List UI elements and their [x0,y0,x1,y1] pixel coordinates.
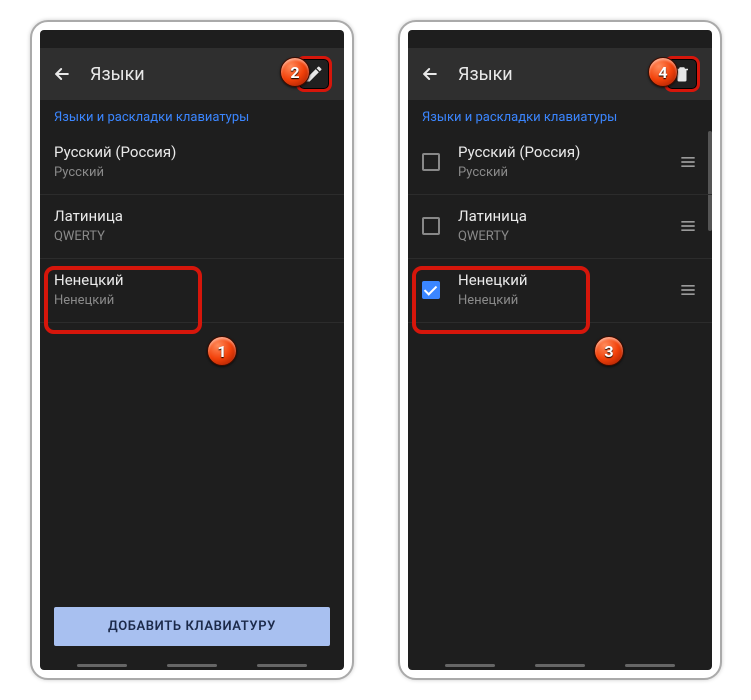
language-list-left: Русский (Россия) Русский Латиница QWERTY… [40,131,344,607]
nav-bar [40,660,344,670]
language-name: Русский (Россия) [458,143,670,161]
language-layout: Русский [458,165,670,180]
phone-left: Языки Языки и раскладки клавиатуры Русск… [30,20,354,680]
badge-1: 1 [207,336,237,366]
language-layout: QWERTY [458,229,670,244]
badge-4: 4 [648,57,678,87]
language-layout: Русский [54,165,330,180]
language-name: Латиница [458,207,670,225]
status-bar [408,30,712,48]
section-title: Языки и раскладки клавиатуры [408,100,712,131]
list-item[interactable]: Латиница QWERTY [40,195,344,259]
highlight-box-1 [44,266,202,334]
add-keyboard-button[interactable]: ДОБАВИТЬ КЛАВИАТУРУ [54,607,330,646]
phone-right: Языки Языки и раскладки клавиатуры Русск… [398,20,722,680]
screen-left: Языки Языки и раскладки клавиатуры Русск… [40,30,344,670]
list-item[interactable]: Латиница QWERTY [408,195,712,259]
list-item[interactable]: Русский (Россия) Русский [408,131,712,195]
list-item[interactable]: Русский (Россия) Русский [40,131,344,195]
back-button[interactable] [420,64,440,84]
back-button[interactable] [52,64,72,84]
screen-right: Языки Языки и раскладки клавиатуры Русск… [408,30,712,670]
status-bar [40,30,344,48]
nav-bar [408,660,712,670]
badge-2: 2 [280,57,310,87]
page-title: Языки [458,64,646,85]
language-list-right: Русский (Россия) Русский Латиница QWERTY [408,131,712,660]
badge-3: 3 [594,336,624,366]
language-layout: QWERTY [54,229,330,244]
highlight-box-3 [412,266,590,334]
page-title: Языки [90,64,278,85]
language-name: Русский (Россия) [54,143,330,161]
language-name: Латиница [54,207,330,225]
checkbox[interactable] [422,217,440,235]
checkbox[interactable] [422,153,440,171]
drag-handle-icon[interactable] [670,280,698,300]
drag-handle-icon[interactable] [670,152,698,172]
section-title: Языки и раскладки клавиатуры [40,100,344,131]
drag-handle-icon[interactable] [670,216,698,236]
